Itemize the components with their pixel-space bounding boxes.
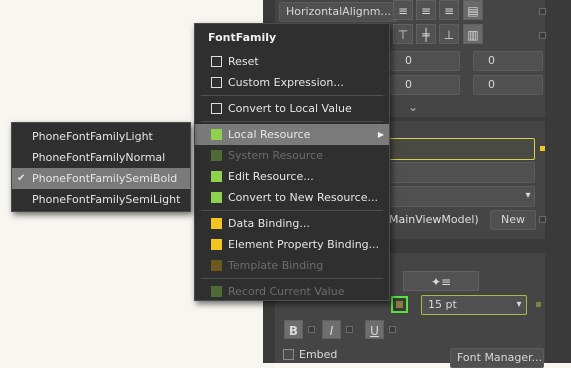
binding-icon (211, 218, 222, 229)
new-button[interactable]: New (490, 210, 536, 230)
menu-separator (201, 121, 383, 122)
menu-separator (201, 95, 383, 96)
align-left-icon[interactable]: ≡ (393, 0, 413, 20)
local-resource-submenu: PhoneFontFamilyLight PhoneFontFamilyNorm… (11, 122, 191, 212)
font-size-chevron-icon[interactable]: ▾ (512, 297, 526, 313)
submenu-item-label: PhoneFontFamilySemiLight (32, 193, 181, 206)
font-manager-button[interactable]: Font Manager... (450, 348, 544, 368)
embed-checkbox[interactable] (283, 349, 294, 360)
checkmark-icon: ✔ (17, 173, 26, 184)
italic-button[interactable]: I (322, 320, 341, 339)
resource-marker[interactable] (540, 146, 545, 151)
menu-item-label: Custom Expression... (228, 76, 344, 89)
valign-bottom-icon[interactable]: ⊥ (439, 24, 459, 44)
menu-item-data-binding[interactable]: Data Binding... (195, 213, 389, 234)
valign-stretch-icon[interactable]: ▥ (463, 24, 483, 44)
font-family-advanced-marker[interactable] (391, 296, 408, 313)
menu-item-label: Convert to Local Value (228, 102, 352, 115)
margin-right-field[interactable]: 0 (473, 51, 543, 71)
advanced-marker[interactable] (539, 216, 546, 223)
menu-item-convert-new-resource[interactable]: Convert to New Resource... (195, 187, 389, 208)
submenu-item-font-semilight[interactable]: PhoneFontFamilySemiLight (12, 189, 190, 210)
menu-item-record-current-value: Record Current Value (195, 281, 389, 302)
menu-item-label: Convert to New Resource... (228, 191, 378, 204)
advanced-marker[interactable] (539, 8, 546, 15)
menu-item-label: System Resource (228, 149, 323, 162)
menu-item-system-resource: System Resource (195, 145, 389, 166)
resource-icon (211, 171, 222, 182)
submenu-item-label: PhoneFontFamilyLight (32, 130, 153, 143)
resource-indicator (396, 301, 403, 308)
binding-icon (211, 239, 222, 250)
submenu-arrow-icon: ▶ (377, 130, 384, 139)
embed-label: Embed (299, 348, 338, 361)
font-family-context-menu: FontFamily Reset Custom Expression... Co… (194, 23, 390, 301)
menu-separator (201, 210, 383, 211)
resource-icon (211, 192, 222, 203)
menu-item-label: Edit Resource... (228, 170, 314, 183)
menu-separator (201, 278, 383, 279)
submenu-item-label: PhoneFontFamilySemiBold (32, 172, 178, 185)
bold-button[interactable]: B (284, 320, 303, 339)
align-center-icon[interactable]: ≡ (416, 0, 436, 20)
expand-chevron-icon[interactable]: ⌄ (403, 100, 423, 116)
chevron-down-icon[interactable]: ▾ (521, 188, 535, 204)
menu-item-convert-local-value[interactable]: Convert to Local Value (195, 98, 389, 119)
margin-bottom-field[interactable]: 0 (473, 75, 543, 95)
checkbox-icon (211, 103, 222, 114)
checkbox-icon (211, 77, 222, 88)
align-stretch-icon[interactable]: ▤ (463, 0, 483, 20)
resource-icon (211, 286, 222, 297)
alignment-field[interactable]: HorizontalAlignm... (279, 2, 397, 22)
data-context-label: MainViewModel) (389, 213, 479, 226)
underline-marker[interactable] (389, 326, 396, 333)
resource-field[interactable] (388, 138, 535, 160)
submenu-item-label: PhoneFontFamilyNormal (32, 151, 166, 164)
menu-title: FontFamily (208, 31, 277, 44)
menu-item-custom-expression[interactable]: Custom Expression... (195, 72, 389, 93)
menu-item-template-binding: Template Binding (195, 255, 389, 276)
underline-button[interactable]: U (365, 320, 384, 339)
menu-item-label: Local Resource (228, 128, 311, 141)
advanced-marker[interactable] (539, 32, 546, 39)
menu-item-reset[interactable]: Reset (195, 51, 389, 72)
menu-item-label: Record Current Value (228, 285, 345, 298)
dropdown-field[interactable] (388, 186, 535, 207)
menu-item-label: Reset (228, 55, 259, 68)
value-field[interactable] (388, 162, 535, 183)
menu-item-element-property-binding[interactable]: Element Property Binding... (195, 234, 389, 255)
submenu-item-font-semibold[interactable]: ✔ PhoneFontFamilySemiBold (12, 168, 190, 189)
margin-top-field[interactable]: 0 (390, 75, 460, 95)
bold-marker[interactable] (308, 326, 315, 333)
menu-item-label: Template Binding (228, 259, 324, 272)
margin-left-field[interactable]: 0 (390, 51, 460, 71)
menu-item-edit-resource[interactable]: Edit Resource... (195, 166, 389, 187)
align-right-icon[interactable]: ≡ (439, 0, 459, 20)
menu-item-label: Element Property Binding... (228, 238, 380, 251)
resource-icon (211, 150, 222, 161)
resource-icon (211, 129, 222, 140)
italic-marker[interactable] (346, 326, 353, 333)
menu-item-label: Data Binding... (228, 217, 310, 230)
valign-top-icon[interactable]: ⊤ (393, 24, 413, 44)
paragraph-tab-icon[interactable]: ✦≡ (403, 271, 479, 291)
valign-center-icon[interactable]: ╪ (416, 24, 436, 44)
binding-icon (211, 260, 222, 271)
font-size-marker[interactable] (536, 302, 541, 307)
submenu-item-font-normal[interactable]: PhoneFontFamilyNormal (12, 147, 190, 168)
checkbox-icon (211, 56, 222, 67)
menu-item-local-resource[interactable]: Local Resource ▶ (195, 124, 389, 145)
submenu-item-font-light[interactable]: PhoneFontFamilyLight (12, 126, 190, 147)
